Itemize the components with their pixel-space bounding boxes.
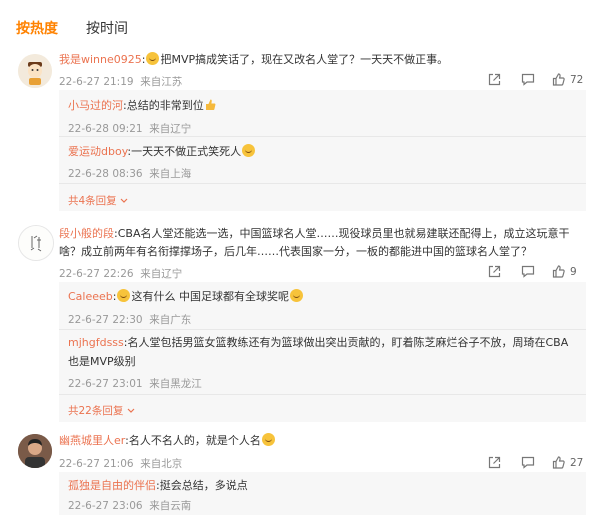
tab-by-time[interactable]: 按时间 — [86, 18, 128, 38]
tab-by-hot[interactable]: 按热度 — [16, 18, 58, 38]
like-icon — [552, 265, 565, 278]
like-count: 72 — [570, 73, 584, 86]
comment-text-line: 幽燕城里人er:名人不名人的，就是个人名 — [59, 433, 276, 449]
calligraphy-avatar-icon — [19, 226, 53, 260]
thumbs-up-emoji-icon — [205, 99, 216, 110]
comment-text: CBA名人堂还能选一选，中国篮球名人堂……现役球员里也就易建联还配得上，成立这玩… — [117, 227, 570, 240]
like-button[interactable]: 27 — [552, 456, 583, 469]
more-replies-link[interactable]: 共22条回复 — [68, 403, 135, 418]
divider — [59, 183, 586, 184]
comment-text: 啥？成立前两年有名衔撑撑场子，后几年……代表国家一分，一板的都能进中国的篮球名人… — [59, 245, 532, 258]
comment-button[interactable] — [521, 265, 535, 278]
chevron-down-icon — [127, 408, 135, 413]
chevron-down-icon — [120, 198, 128, 203]
reply-meta: 22-6-27 23:06 来自云南 — [68, 500, 192, 512]
like-icon — [552, 456, 565, 469]
reply-text: 总结的非常到位 — [126, 99, 204, 112]
reply-meta: 22-6-28 09:21 来自辽宁 — [68, 123, 192, 135]
like-button[interactable]: 9 — [552, 265, 577, 278]
like-count: 9 — [570, 265, 577, 278]
comment-time: 22-6-27 21:19 — [59, 76, 134, 88]
comment-meta: 22-6-27 21:06 来自北京 — [59, 456, 182, 471]
reply-text-line: 小马过的河:总结的非常到位 — [68, 98, 216, 114]
comment-time: 22-6-27 22:26 — [59, 268, 134, 280]
reply-text-line: 也是MVP级别 — [68, 354, 136, 370]
reply-text: 挺会总结，多说点 — [159, 479, 248, 492]
share-icon — [488, 73, 501, 86]
comment-button[interactable] — [521, 73, 535, 86]
share-button[interactable] — [488, 73, 501, 86]
comment-icon — [521, 265, 535, 278]
avatar[interactable] — [18, 225, 54, 261]
doge-emoji-icon — [289, 289, 303, 302]
share-button[interactable] — [488, 456, 501, 469]
comment-location: 来自辽宁 — [140, 268, 183, 280]
doge-emoji-icon — [261, 433, 275, 446]
reply-text: 这有什么 中国足球都有全球奖呢 — [131, 290, 289, 303]
comment-time: 22-6-27 21:06 — [59, 458, 134, 470]
reply-username[interactable]: 孤独是自由的伴侣 — [68, 479, 156, 492]
photo-avatar-icon — [18, 434, 52, 468]
share-icon — [488, 265, 501, 278]
comment-username[interactable]: 段小般的段 — [59, 227, 114, 240]
avatar[interactable] — [18, 434, 52, 468]
comment-meta: 22-6-27 22:26 来自辽宁 — [59, 266, 182, 281]
reply-meta: 22-6-27 23:01 来自黑龙江 — [68, 378, 202, 390]
divider — [59, 136, 586, 137]
comment-location: 来自北京 — [140, 458, 183, 470]
comment-text-line: 我是winne0925: 把MVP搞成笑话了，现在又改名人堂了？一天天不做正事。 — [59, 52, 449, 66]
more-replies-link[interactable]: 共4条回复 — [68, 193, 128, 208]
comment-button[interactable] — [521, 456, 535, 469]
like-button[interactable]: 72 — [552, 73, 583, 86]
comment-meta: 22-6-27 21:19 来自江苏 — [59, 74, 182, 89]
reply-text-line: mjhgfdsss:名人堂包括男篮女篮教练还有为篮球做出突出贡献的，盯着陈芝麻烂… — [68, 336, 569, 349]
share-icon — [488, 456, 501, 469]
laughing-emoji-icon — [146, 52, 160, 65]
comment-icon — [521, 456, 535, 469]
reply-username[interactable]: mjhgfdsss — [68, 336, 124, 349]
comment-text-line: 啥？成立前两年有名衔撑撑场子，后几年……代表国家一分，一板的都能进中国的篮球名人… — [59, 244, 532, 260]
reply-text: 一天天不做正式笑死人 — [131, 145, 242, 158]
divider — [59, 329, 586, 330]
reply-username[interactable]: 爱运动dboy — [68, 145, 127, 158]
laughing-emoji-icon — [117, 289, 131, 302]
reply-text-line: 孤独是自由的伴侣:挺会总结，多说点 — [68, 479, 248, 492]
cartoon-avatar-icon — [18, 54, 52, 88]
avatar[interactable] — [18, 54, 52, 88]
reply-username[interactable]: Caleeeb — [68, 290, 113, 303]
comment-location: 来自江苏 — [140, 76, 183, 88]
reply-text: 名人堂包括男篮女篮教练还有为篮球做出突出贡献的，盯着陈芝麻烂谷子不放，周琦在CB… — [127, 336, 569, 349]
comment-text: 把MVP搞成笑话了，现在又改名人堂了？一天天不做正事。 — [160, 53, 449, 66]
reply-text: 也是MVP级别 — [68, 355, 136, 368]
laughing-emoji-icon — [242, 144, 256, 157]
like-count: 27 — [570, 456, 584, 469]
reply-meta: 22-6-27 22:30 来自广东 — [68, 314, 192, 326]
reply-username[interactable]: 小马过的河 — [68, 99, 123, 112]
comment-icon — [521, 73, 535, 86]
comment-text: 名人不名人的，就是个人名 — [128, 434, 261, 447]
like-icon — [552, 73, 565, 86]
reply-text-line: 爱运动dboy:一天天不做正式笑死人 — [68, 144, 256, 160]
comment-text-line: 段小般的段:CBA名人堂还能选一选，中国篮球名人堂……现役球员里也就易建联还配得… — [59, 227, 570, 240]
reply-meta: 22-6-28 08:36 来自上海 — [68, 168, 192, 180]
reply-text-line: Caleeeb: 这有什么 中国足球都有全球奖呢 — [68, 289, 304, 305]
share-button[interactable] — [488, 265, 501, 278]
comment-username[interactable]: 幽燕城里人er — [59, 434, 125, 447]
divider — [59, 394, 586, 395]
comment-username[interactable]: 我是winne0925 — [59, 53, 142, 66]
